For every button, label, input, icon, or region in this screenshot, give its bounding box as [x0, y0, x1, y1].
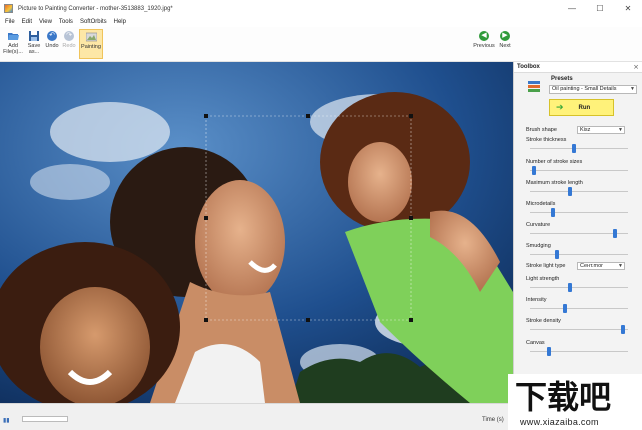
watermark-site: www.xiazaiba.com	[520, 417, 599, 427]
slider-track[interactable]	[530, 212, 628, 213]
redo-label: Redo	[62, 43, 76, 49]
folder-open-icon	[7, 30, 19, 41]
slider-label-stroke-density: Stroke density	[526, 318, 561, 324]
toolbox-header: Toolbox ⨯	[514, 62, 642, 73]
slider-thumb[interactable]	[621, 325, 625, 334]
time-label: Time (s)	[482, 417, 504, 423]
previous-label: Previous	[473, 43, 495, 49]
next-label: Next	[499, 43, 511, 49]
slider-thumb[interactable]	[613, 229, 617, 238]
watermark-logo-text: 下载吧	[515, 378, 611, 416]
menu-bar: File Edit View Tools SoftOrbits Help	[0, 17, 642, 27]
close-button[interactable]: ✕	[614, 0, 642, 17]
slider-track[interactable]	[530, 308, 628, 309]
status-bar: ▮▮ Time (s)	[0, 403, 513, 430]
slider-thumb[interactable]	[563, 304, 567, 313]
save-as-label: Save as...	[27, 43, 41, 55]
previous-button[interactable]: ◀ Previous	[471, 29, 497, 59]
slider-thumb[interactable]	[555, 250, 559, 259]
slider-track[interactable]	[530, 329, 628, 330]
watermark: 下载吧 www.xiazaiba.com	[508, 374, 642, 430]
slider-track[interactable]	[530, 148, 628, 149]
menu-file[interactable]: File	[5, 19, 15, 25]
chevron-down-icon: ▼	[618, 127, 623, 133]
painting-icon	[85, 31, 97, 42]
add-files-label: Add File(s)...	[3, 43, 23, 55]
play-icon[interactable]: ▮▮	[3, 417, 10, 424]
undo-icon: ↶	[47, 30, 58, 41]
window-controls: — ☐ ✕	[558, 0, 642, 17]
toolbox-title: Toolbox	[517, 64, 540, 70]
slider-label-maximum-stroke-length: Maximum stroke length	[526, 180, 583, 186]
run-label: Run	[578, 104, 591, 111]
menu-tools[interactable]: Tools	[59, 19, 73, 25]
slider-track[interactable]	[530, 287, 628, 288]
slider-label-microdetails: Microdetails	[526, 201, 556, 207]
presets-value: Oil painting - Small Details	[552, 86, 617, 92]
timeline-slider[interactable]	[22, 416, 68, 422]
slider-thumb[interactable]	[551, 208, 555, 217]
watermark-logo: 下载吧	[511, 378, 639, 416]
slider-thumb[interactable]	[572, 144, 576, 153]
slider-thumb[interactable]	[532, 166, 536, 175]
painting-button[interactable]: Painting	[79, 29, 103, 59]
presets-dropdown[interactable]: Oil painting - Small Details ▼	[549, 85, 637, 94]
pin-icon[interactable]: ⨯	[633, 63, 639, 71]
chevron-down-icon: ▼	[630, 86, 635, 92]
brush-shape-dropdown[interactable]: Kisz ▼	[577, 126, 625, 134]
menu-help[interactable]: Help	[114, 19, 126, 25]
slider-track[interactable]	[530, 170, 628, 171]
chevron-down-icon: ▼	[618, 263, 623, 269]
run-button[interactable]: ➔ Run	[549, 99, 614, 116]
stroke-light-type-label: Stroke light type	[526, 263, 566, 269]
save-icon	[29, 30, 40, 41]
maximize-button[interactable]: ☐	[586, 0, 614, 17]
menu-softorbits[interactable]: SoftOrbits	[80, 19, 107, 25]
window-title: Picture to Painting Converter - mother-3…	[18, 5, 173, 12]
image-canvas[interactable]	[0, 62, 513, 403]
undo-label: Undo	[45, 43, 59, 49]
title-bar: Picture to Painting Converter - mother-3…	[0, 0, 642, 17]
slider-label-smudging: Smudging	[526, 243, 551, 249]
run-arrow-icon: ➔	[556, 102, 564, 112]
app-icon	[4, 4, 13, 13]
slider-label-number-of-stroke-sizes: Number of stroke sizes	[526, 159, 583, 165]
slider-thumb[interactable]	[568, 283, 572, 292]
arrow-right-icon: ▶	[500, 30, 511, 41]
minimize-button[interactable]: —	[558, 0, 586, 17]
save-as-button[interactable]: Save as...	[24, 29, 44, 59]
painted-photo	[0, 62, 513, 403]
toolbar: Add File(s)... Save as... ↶ Undo ↷ Redo …	[0, 27, 642, 62]
redo-icon: ↷	[64, 30, 75, 41]
slider-label-light-strength: Light strength	[526, 276, 560, 282]
slider-label-canvas: Canvas	[526, 340, 545, 346]
slider-label-curvature: Curvature	[526, 222, 551, 228]
arrow-left-icon: ◀	[479, 30, 490, 41]
slider-track[interactable]	[530, 191, 628, 192]
add-files-button[interactable]: Add File(s)...	[3, 29, 23, 59]
slider-label-intensity: Intensity	[526, 297, 547, 303]
menu-edit[interactable]: Edit	[22, 19, 32, 25]
brush-shape-label: Brush shape	[526, 127, 557, 133]
stroke-light-type-dropdown[interactable]: Сент.mor ▼	[577, 262, 625, 270]
presets-icon	[528, 80, 540, 92]
presets-label: Presets	[551, 76, 573, 82]
slider-track[interactable]	[530, 254, 628, 255]
slider-thumb[interactable]	[547, 347, 551, 356]
slider-track[interactable]	[530, 351, 628, 352]
next-button[interactable]: ▶ Next	[495, 29, 515, 59]
slider-thumb[interactable]	[568, 187, 572, 196]
stroke-light-type-value: Сент.mor	[580, 263, 603, 269]
brush-shape-value: Kisz	[580, 127, 591, 133]
redo-button[interactable]: ↷ Redo	[59, 29, 79, 59]
menu-view[interactable]: View	[39, 19, 52, 25]
slider-label-stroke-thickness: Stroke thickness	[526, 137, 567, 143]
painting-label: Painting	[81, 44, 101, 50]
